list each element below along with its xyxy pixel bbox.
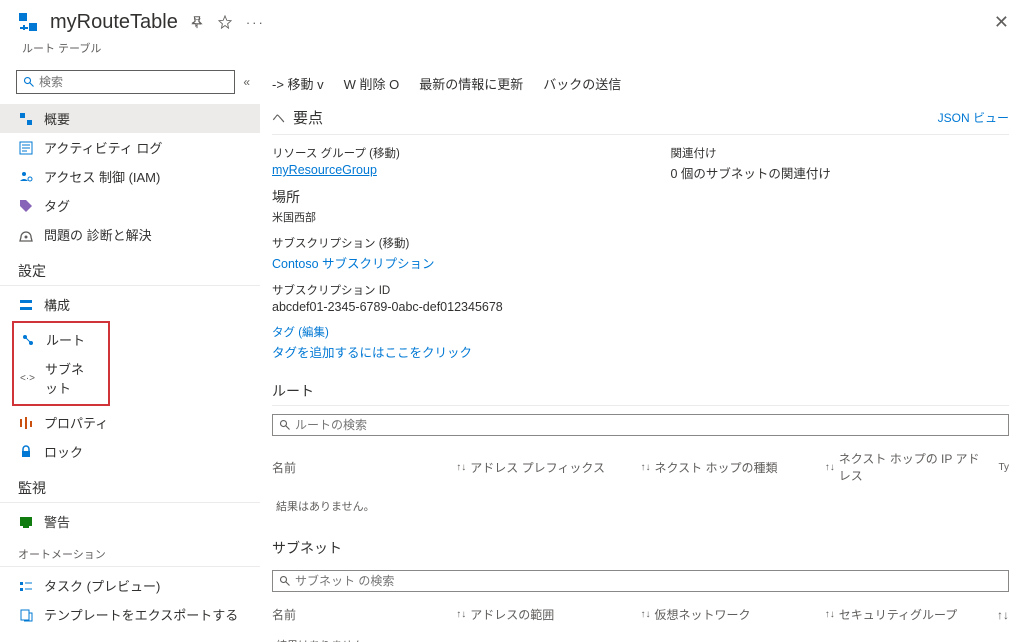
nav-label: 問題の 診断と解決 [44, 225, 152, 244]
col-range[interactable]: ↑↓アドレスの範囲 [456, 606, 640, 623]
cmd-feedback[interactable]: バックの送信 [543, 74, 621, 93]
sidebar-search-input[interactable] [39, 75, 228, 89]
nav-activity-log[interactable]: アクティビティ ログ [0, 133, 260, 162]
nav-label: テンプレートをエクスポートする [44, 605, 238, 624]
json-view-link[interactable]: JSON ビュー [938, 109, 1009, 126]
nav-access-control[interactable]: アクセス 制御 (IAM) [0, 162, 260, 191]
essentials-header[interactable]: ヘ 要点 JSON ビュー [272, 103, 1009, 135]
nav-configuration[interactable]: 構成 [0, 290, 260, 319]
sidebar-search[interactable] [16, 70, 235, 94]
routes-search[interactable] [272, 414, 1009, 436]
nav-label: 警告 [44, 512, 70, 531]
search-icon [279, 419, 291, 431]
nav-label: アクティビティ ログ [44, 138, 162, 157]
nav-properties[interactable]: プロパティ [0, 408, 260, 437]
page-subtitle: ルート テーブル [0, 40, 1025, 66]
close-icon[interactable]: ✕ [994, 12, 1009, 33]
configuration-icon [18, 297, 34, 313]
col-vnet[interactable]: ↑↓仮想ネットワーク [641, 606, 825, 623]
activity-log-icon [18, 140, 34, 156]
cmd-move[interactable]: -> 移動 v [272, 74, 324, 93]
nav-locks[interactable]: ロック [0, 437, 260, 466]
nav-label: 構成 [44, 295, 70, 314]
export-template-icon [18, 607, 34, 623]
lock-icon [18, 444, 34, 460]
col-sg[interactable]: ↑↓セキュリティグループ↑↓ [825, 606, 1009, 623]
nav-subnets[interactable]: <·> サブネット [14, 354, 108, 402]
assoc-value: 0 個のサブネットの関連付け [671, 163, 1010, 182]
alerts-icon [18, 514, 34, 530]
overview-icon [18, 111, 34, 127]
tasks-icon [18, 578, 34, 594]
routes-section-title: ルート [272, 371, 1009, 406]
subnets-search-input[interactable] [295, 574, 1002, 588]
subnets-section-title: サブネット [272, 528, 1009, 562]
more-icon[interactable]: ··· [246, 15, 265, 30]
nav-diagnose[interactable]: 問題の 診断と解決 [0, 220, 260, 249]
nav-label: ロック [44, 442, 83, 461]
highlighted-nav-group: ルート <·> サブネット [12, 321, 110, 406]
cmd-delete[interactable]: W 削除 O [344, 74, 400, 93]
col-hop-type[interactable]: ↑↓ネクスト ホップの種類 [641, 450, 825, 484]
page-title: myRouteTable [50, 11, 178, 34]
collapse-sidebar-icon[interactable]: « [243, 75, 250, 89]
nav-label: ルート [46, 330, 85, 349]
main-content: -> 移動 v W 削除 O 最新の情報に更新 バックの送信 ヘ 要点 JSON… [260, 66, 1025, 642]
section-monitoring: 監視 [0, 466, 260, 503]
routes-no-results: 結果はありません。 [272, 490, 1009, 528]
sub-label: サブスクリプション (移動) [272, 235, 611, 251]
tags-value[interactable]: タグを追加するにはここをクリック [272, 342, 611, 361]
rg-value[interactable]: myResourceGroup [272, 163, 611, 177]
location-value: 米国西部 [272, 209, 611, 225]
properties-icon [18, 415, 34, 431]
tags-icon [18, 198, 34, 214]
chevron-up-icon: ヘ [272, 108, 285, 127]
diagnose-icon [18, 227, 34, 243]
tags-label[interactable]: タグ (編集) [272, 324, 611, 340]
subnets-table-head: 名前 ↑↓アドレスの範囲 ↑↓仮想ネットワーク ↑↓セキュリティグループ↑↓ [272, 600, 1009, 629]
pin-icon[interactable] [190, 15, 204, 29]
route-table-icon [16, 10, 40, 34]
nav-export-template[interactable]: テンプレートをエクスポートする [0, 600, 260, 629]
sub-id-value: abcdef01-2345-6789-0abc-def012345678 [272, 300, 611, 314]
blade-header: myRouteTable ··· ✕ [0, 0, 1025, 40]
nav-label: 概要 [44, 109, 70, 128]
subnets-search[interactable] [272, 570, 1009, 592]
nav-label: タスク (プレビュー) [44, 576, 160, 595]
col-prefix[interactable]: ↑↓アドレス プレフィックス [456, 450, 640, 484]
nav-label: アクセス 制御 (IAM) [44, 167, 160, 186]
nav-overview[interactable]: 概要 [0, 104, 260, 133]
subnets-icon: <·> [20, 373, 35, 384]
nav-label: サブネット [45, 359, 96, 397]
essentials-label: 要点 [293, 107, 323, 128]
sub-id-label: サブスクリプション ID [272, 282, 611, 298]
search-icon [23, 76, 35, 88]
nav-label: タグ [44, 196, 70, 215]
col-hop-ip[interactable]: ↑↓ネクスト ホップの IP アドレスTy [825, 450, 1009, 484]
col-name[interactable]: 名前 [272, 606, 456, 623]
nav-label: プロパティ [44, 413, 108, 432]
routes-search-input[interactable] [295, 418, 1002, 432]
favorite-icon[interactable] [218, 15, 232, 29]
nav-alerts[interactable]: 警告 [0, 507, 260, 536]
assoc-label: 関連付け [671, 145, 1010, 161]
routes-icon [20, 332, 36, 348]
section-automation: オートメーション [0, 536, 260, 567]
nav-tasks[interactable]: タスク (プレビュー) [0, 571, 260, 600]
access-control-icon [18, 169, 34, 185]
cmd-refresh[interactable]: 最新の情報に更新 [419, 74, 523, 93]
sub-value[interactable]: Contoso サブスクリプション [272, 253, 611, 272]
routes-table-head: 名前 ↑↓アドレス プレフィックス ↑↓ネクスト ホップの種類 ↑↓ネクスト ホ… [272, 444, 1009, 490]
nav-routes[interactable]: ルート [14, 325, 108, 354]
location-label: 場所 [272, 187, 611, 207]
col-name[interactable]: 名前 [272, 450, 456, 484]
nav-tags[interactable]: タグ [0, 191, 260, 220]
sidebar: « 概要 アクティビティ ログ アクセス 制御 (IAM) タグ 問題の 診断と… [0, 66, 260, 642]
section-settings: 設定 [0, 249, 260, 286]
search-icon [279, 575, 291, 587]
command-bar: -> 移動 v W 削除 O 最新の情報に更新 バックの送信 [272, 66, 1009, 103]
rg-label: リソース グループ (移動) [272, 145, 611, 161]
